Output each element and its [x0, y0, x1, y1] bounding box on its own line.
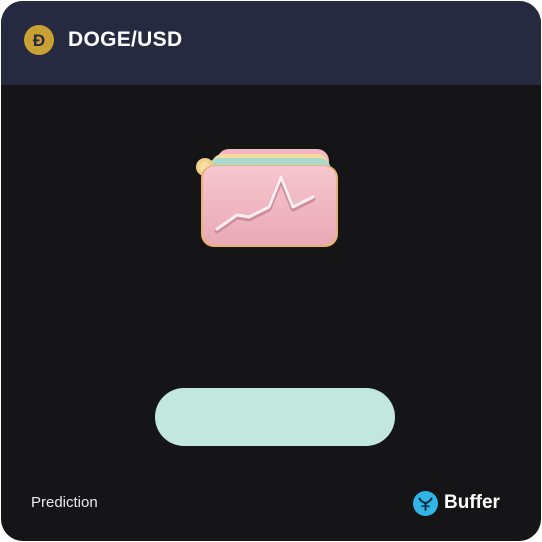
pair-title: DOGE/USD — [68, 28, 183, 51]
prediction-card: Đ DOGE/USD Prediction Buffer — [1, 1, 541, 541]
prediction-label: Prediction — [31, 494, 98, 511]
buffer-brand: Buffer — [413, 490, 500, 516]
dogecoin-icon: Đ — [24, 25, 54, 55]
predict-button[interactable] — [155, 388, 395, 446]
card-header: Đ DOGE/USD — [1, 1, 541, 85]
brand-name: Buffer — [444, 492, 500, 513]
stacked-chart-cards-illustration — [193, 145, 343, 253]
svg-text:Đ: Đ — [33, 31, 45, 50]
buffer-logo-icon — [413, 490, 438, 516]
